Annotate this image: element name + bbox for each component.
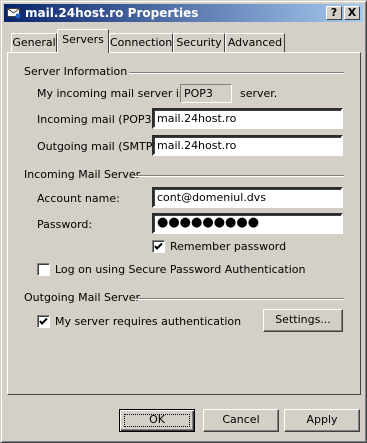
incoming-mail-server-heading: Incoming Mail Server <box>24 168 141 181</box>
tab-label: General <box>12 36 56 49</box>
incoming-server-type-value: POP3 <box>184 87 213 100</box>
close-icon: X <box>347 6 357 19</box>
outgoing-mail-field[interactable]: mail.24host.ro <box>152 135 343 156</box>
tab-security[interactable]: Security <box>173 33 225 53</box>
properties-dialog: mail.24host.ro Properties ? X General Se… <box>0 0 367 443</box>
remember-password-checkbox[interactable] <box>152 240 165 253</box>
server-requires-auth-label[interactable]: My server requires authentication <box>55 315 241 328</box>
help-button[interactable]: ? <box>326 6 342 20</box>
outgoing-mail-label: Outgoing mail (SMTP): <box>37 140 161 153</box>
incoming-mail-label: Incoming mail (POP3): <box>37 113 160 126</box>
title-bar[interactable]: mail.24host.ro Properties ? X <box>4 4 363 22</box>
password-label: Password: <box>37 218 93 231</box>
window-title: mail.24host.ro Properties <box>25 6 199 20</box>
focus-rectangle <box>124 414 190 427</box>
mail-account-icon <box>7 6 21 19</box>
tab-servers[interactable]: Servers <box>57 29 109 53</box>
tab-label: Servers <box>62 33 104 46</box>
incoming-mail-field[interactable]: mail.24host.ro <box>152 108 343 129</box>
section-divider <box>134 175 344 177</box>
tab-label: Connection <box>110 36 173 49</box>
server-requires-auth-checkbox[interactable] <box>37 315 50 328</box>
close-button[interactable]: X <box>344 6 360 20</box>
tab-label: Security <box>176 36 222 49</box>
account-name-field[interactable]: cont@domeniul.dvs <box>152 187 343 208</box>
section-divider <box>135 298 344 300</box>
tab-label: Advanced <box>227 36 283 49</box>
incoming-type-suffix: server. <box>240 87 278 100</box>
remember-password-label[interactable]: Remember password <box>170 240 286 253</box>
ok-button[interactable]: OK <box>119 409 195 432</box>
outgoing-mail-server-heading: Outgoing Mail Server <box>24 291 141 304</box>
server-information-heading: Server Information <box>24 65 128 78</box>
account-name-label: Account name: <box>37 192 120 205</box>
servers-tab-panel: Server Information My incoming mail serv… <box>7 52 361 395</box>
tab-advanced[interactable]: Advanced <box>225 33 285 53</box>
tab-connection[interactable]: Connection <box>109 33 173 53</box>
tab-general[interactable]: General <box>11 33 57 53</box>
incoming-server-type: POP3 <box>180 84 232 103</box>
checkmark-icon <box>39 317 48 325</box>
settings-button[interactable]: Settings... <box>263 309 343 332</box>
cancel-button[interactable]: Cancel <box>203 409 279 432</box>
secure-password-auth-label[interactable]: Log on using Secure Password Authenticat… <box>55 263 306 276</box>
password-field[interactable]: ●●●●●●●●● <box>152 213 343 234</box>
incoming-type-prefix: My incoming mail server is a <box>37 87 195 100</box>
checkmark-icon <box>154 242 163 250</box>
apply-button[interactable]: Apply <box>284 409 360 432</box>
section-divider <box>129 72 344 74</box>
secure-password-auth-checkbox[interactable] <box>37 263 50 276</box>
help-icon: ? <box>330 6 338 19</box>
